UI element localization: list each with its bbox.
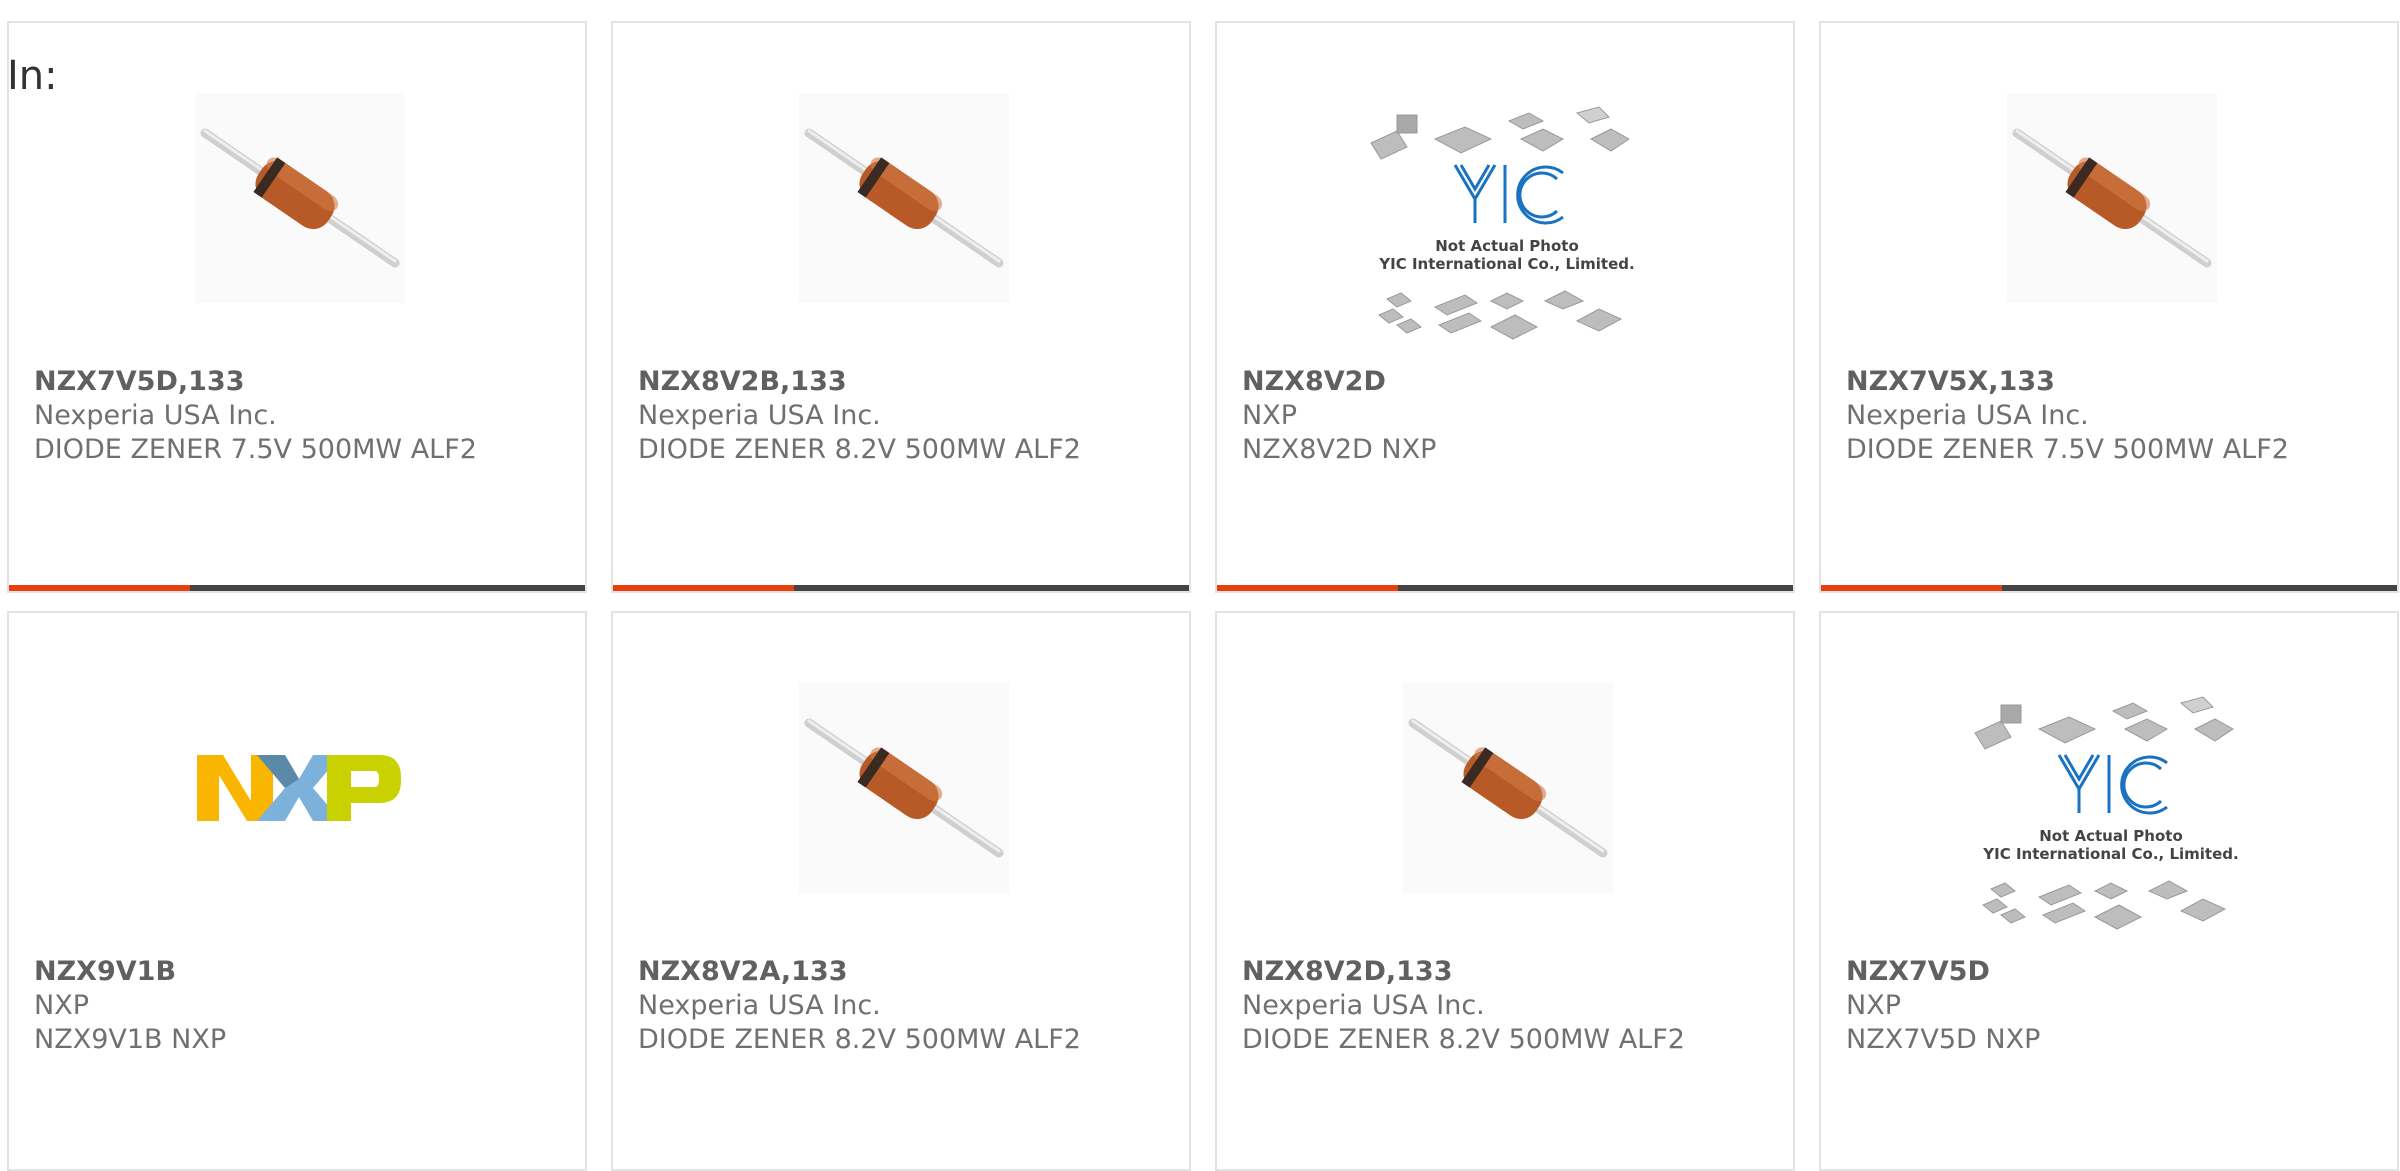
card-info: NZX9V1B NXP NZX9V1B NXP [34,955,575,1057]
product-card[interactable]: NZX9V1B NXP NZX9V1B NXP [7,611,587,1171]
manufacturer: NXP [34,990,89,1021]
product-grid: NZX7V5D,133 Nexperia USA Inc. DIODE ZENE… [7,21,2400,1171]
diode-image[interactable] [195,93,405,303]
manufacturer: Nexperia USA Inc. [638,400,881,431]
manufacturer: Nexperia USA Inc. [1846,400,2089,431]
in-label: In: [7,53,58,99]
card-info: NZX8V2B,133 Nexperia USA Inc. DIODE ZENE… [638,365,1179,467]
card-bar-accent [613,585,794,591]
product-card[interactable]: Not Actual Photo YIC International Co., … [1819,611,2399,1171]
product-card[interactable]: NZX7V5X,133 Nexperia USA Inc. DIODE ZENE… [1819,21,2399,593]
part-number[interactable]: NZX7V5D [1846,955,2387,989]
manufacturer: NXP [1242,400,1297,431]
image-caption-line2: YIC International Co., Limited. [1982,845,2238,863]
card-bar [1217,585,1793,591]
product-card[interactable]: NZX7V5D,133 Nexperia USA Inc. DIODE ZENE… [7,21,587,593]
manufacturer: Nexperia USA Inc. [34,400,277,431]
card-bar-accent [1217,585,1398,591]
card-bar [1821,585,2397,591]
placeholder-image[interactable]: Not Actual Photo YIC International Co., … [1971,693,2251,963]
diode-image[interactable] [2007,93,2217,303]
manufacturer: NXP [1846,990,1901,1021]
image-caption-line1: Not Actual Photo [2039,827,2183,845]
manufacturer: Nexperia USA Inc. [1242,990,1485,1021]
diode-image[interactable] [799,683,1009,893]
card-info: NZX7V5D NXP NZX7V5D NXP [1846,955,2387,1057]
card-bar-accent [9,585,190,591]
card-bar [9,585,585,591]
description: NZX8V2D NXP [1242,434,1437,465]
card-bar [613,585,1189,591]
diode-image[interactable] [799,93,1009,303]
product-card[interactable]: Not Actual Photo YIC International Co., … [1215,21,1795,593]
product-card[interactable]: NZX8V2A,133 Nexperia USA Inc. DIODE ZENE… [611,611,1191,1171]
part-number[interactable]: NZX7V5D,133 [34,365,575,399]
part-number[interactable]: NZX9V1B [34,955,575,989]
description: DIODE ZENER 8.2V 500MW ALF2 [1242,1024,1685,1055]
part-number[interactable]: NZX8V2A,133 [638,955,1179,989]
part-number[interactable]: NZX8V2D,133 [1242,955,1783,989]
placeholder-image[interactable]: Not Actual Photo YIC International Co., … [1367,103,1647,373]
diode-image[interactable] [1403,683,1613,893]
product-card[interactable]: NZX8V2B,133 Nexperia USA Inc. DIODE ZENE… [611,21,1191,593]
description: DIODE ZENER 8.2V 500MW ALF2 [638,434,1081,465]
description: DIODE ZENER 7.5V 500MW ALF2 [1846,434,2289,465]
card-info: NZX8V2A,133 Nexperia USA Inc. DIODE ZENE… [638,955,1179,1057]
manufacturer: Nexperia USA Inc. [638,990,881,1021]
image-caption-line1: Not Actual Photo [1435,237,1579,255]
card-bar-accent [1821,585,2002,591]
part-number[interactable]: NZX7V5X,133 [1846,365,2387,399]
description: NZX7V5D NXP [1846,1024,2041,1055]
product-card[interactable]: NZX8V2D,133 Nexperia USA Inc. DIODE ZENE… [1215,611,1795,1171]
description: NZX9V1B NXP [34,1024,227,1055]
part-number[interactable]: NZX8V2D [1242,365,1783,399]
card-info: NZX7V5X,133 Nexperia USA Inc. DIODE ZENE… [1846,365,2387,467]
card-info: NZX8V2D NXP NZX8V2D NXP [1242,365,1783,467]
description: DIODE ZENER 8.2V 500MW ALF2 [638,1024,1081,1055]
part-number[interactable]: NZX8V2B,133 [638,365,1179,399]
nxp-logo[interactable] [195,683,405,893]
image-caption-line2: YIC International Co., Limited. [1378,255,1634,273]
card-info: NZX8V2D,133 Nexperia USA Inc. DIODE ZENE… [1242,955,1783,1057]
card-info: NZX7V5D,133 Nexperia USA Inc. DIODE ZENE… [34,365,575,467]
description: DIODE ZENER 7.5V 500MW ALF2 [34,434,477,465]
